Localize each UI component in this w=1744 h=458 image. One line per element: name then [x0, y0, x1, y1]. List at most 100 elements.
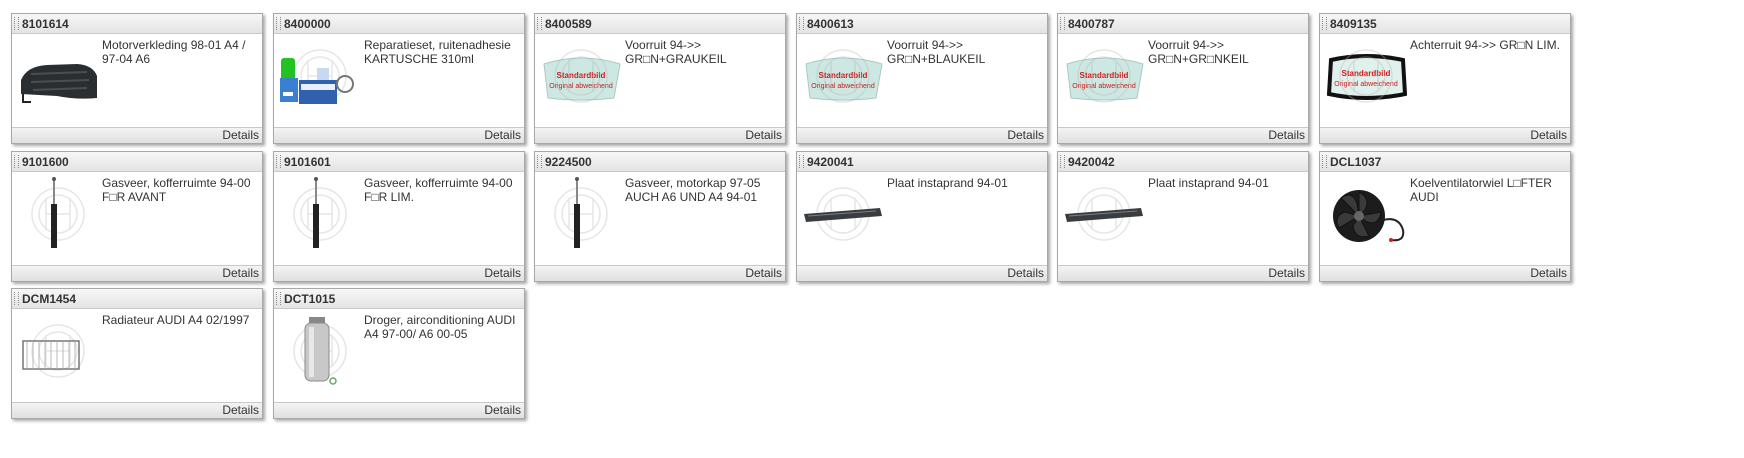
details-link[interactable]: Details	[745, 128, 782, 142]
details-link[interactable]: Details	[1268, 266, 1305, 280]
sill-plate-image	[804, 187, 882, 241]
product-code: 8101614	[22, 17, 69, 31]
drag-handle-icon[interactable]	[276, 292, 281, 305]
card-header: 8400613	[797, 14, 1047, 34]
product-thumbnail[interactable]: Standardbild Original abweichend	[1063, 38, 1145, 110]
card-footer: Details	[797, 127, 1047, 143]
product-card[interactable]: 8400787 Standardbild Original abweichend…	[1057, 13, 1309, 144]
product-thumbnail[interactable]: Standardbild Original abweichend	[802, 38, 884, 110]
product-description: Achterruit 94->> GR□N LIM.	[1410, 38, 1560, 52]
product-description: Gasveer, motorkap 97-05 AUCH A6 UND A4 9…	[625, 176, 761, 204]
product-description: Gasveer, kofferruimte 94-00 F□R LIM.	[364, 176, 513, 204]
product-thumbnail[interactable]	[1063, 176, 1145, 248]
product-card[interactable]: DCM1454 Radiateur AUDI A4 02/1997 Detail…	[11, 288, 263, 419]
product-code: 9420041	[807, 155, 854, 169]
product-card[interactable]: 8400613 Standardbild Original abweichend…	[796, 13, 1048, 144]
product-code: DCT1015	[284, 292, 336, 306]
card-footer: Details	[274, 402, 524, 418]
product-thumbnail[interactable]: Standardbild Original abweichend	[540, 38, 622, 110]
details-link[interactable]: Details	[1007, 128, 1044, 142]
card-footer: Details	[12, 265, 262, 281]
drag-handle-icon[interactable]	[276, 17, 281, 30]
drag-handle-icon[interactable]	[276, 155, 281, 168]
card-footer: Details	[1320, 265, 1570, 281]
card-header: 9420041	[797, 152, 1047, 172]
product-thumbnail[interactable]	[279, 38, 361, 110]
card-header: 9101601	[274, 152, 524, 172]
drag-handle-icon[interactable]	[14, 155, 19, 168]
card-header: DCL1037	[1320, 152, 1570, 172]
product-card[interactable]: 8400589 Standardbild Original abweichend…	[534, 13, 786, 144]
card-footer: Details	[1058, 127, 1308, 143]
windshield-placeholder-image: Standardbild Original abweichend	[1066, 49, 1144, 103]
card-footer: Details	[535, 265, 785, 281]
card-header: 9224500	[535, 152, 785, 172]
product-thumbnail[interactable]	[279, 313, 361, 385]
drag-handle-icon[interactable]	[1060, 17, 1065, 30]
engine-cover-image	[21, 64, 97, 103]
drag-handle-icon[interactable]	[1060, 155, 1065, 168]
details-link[interactable]: Details	[222, 403, 259, 417]
card-header: DCT1015	[274, 289, 524, 309]
drag-handle-icon[interactable]	[1322, 17, 1327, 30]
product-description: Voorruit 94->> GR□N+GR□NKEIL	[1148, 38, 1249, 66]
product-code: 8409135	[1330, 17, 1377, 31]
details-link[interactable]: Details	[1530, 128, 1567, 142]
product-card[interactable]: 9101600 Gasveer, kofferruimte 94-00 F□R …	[11, 151, 263, 282]
product-card[interactable]: 9224500 Gasveer, motorkap 97-05 AUCH A6 …	[534, 151, 786, 282]
details-link[interactable]: Details	[1268, 128, 1305, 142]
details-link[interactable]: Details	[1530, 266, 1567, 280]
details-link[interactable]: Details	[745, 266, 782, 280]
product-code: DCM1454	[22, 292, 77, 306]
card-footer: Details	[1058, 265, 1308, 281]
cooling-fan-image	[1333, 190, 1405, 242]
product-thumbnail[interactable]	[279, 176, 361, 248]
card-footer: Details	[535, 127, 785, 143]
product-description: Voorruit 94->> GR□N+GRAUKEIL	[625, 38, 727, 66]
product-description: Koelventilatorwiel L□FTER AUDI	[1410, 176, 1552, 204]
card-header: 9101600	[12, 152, 262, 172]
placeholder-sublabel: Original abweichend	[1334, 81, 1398, 88]
details-link[interactable]: Details	[1007, 266, 1044, 280]
drag-handle-icon[interactable]	[14, 292, 19, 305]
drag-handle-icon[interactable]	[799, 155, 804, 168]
details-link[interactable]: Details	[222, 128, 259, 142]
product-card[interactable]: 9420041 Plaat instaprand 94-01 Details	[796, 151, 1048, 282]
product-description: Plaat instaprand 94-01	[1148, 176, 1269, 190]
details-link[interactable]: Details	[484, 266, 521, 280]
product-code: 9101600	[22, 155, 69, 169]
product-card[interactable]: 8409135 Standardbild Original abweichend…	[1319, 13, 1571, 144]
drag-handle-icon[interactable]	[1322, 155, 1327, 168]
drag-handle-icon[interactable]	[537, 155, 542, 168]
product-card[interactable]: 9101601 Gasveer, kofferruimte 94-00 F□R …	[273, 151, 525, 282]
product-card[interactable]: 8101614 Motorverkleding 98-01 A4 / 97-04…	[11, 13, 263, 144]
drag-handle-icon[interactable]	[799, 17, 804, 30]
product-thumbnail[interactable]	[802, 176, 884, 248]
card-header: DCM1454	[12, 289, 262, 309]
product-thumbnail[interactable]: Standardbild Original abweichend	[1325, 38, 1407, 110]
product-card[interactable]: 8400000 Reparatieset, ruitenadhesie KART…	[273, 13, 525, 144]
product-code: 8400000	[284, 17, 331, 31]
product-description: Reparatieset, ruitenadhesie KARTUSCHE 31…	[364, 38, 511, 66]
windshield-placeholder-image: Standardbild Original abweichend	[543, 49, 621, 103]
product-card[interactable]: DCT1015 Droger, airconditioning AUDI A4 …	[273, 288, 525, 419]
card-footer: Details	[274, 127, 524, 143]
product-thumbnail[interactable]	[17, 313, 99, 385]
drag-handle-icon[interactable]	[14, 17, 19, 30]
product-card[interactable]: 9420042 Plaat instaprand 94-01 Details	[1057, 151, 1309, 282]
drag-handle-icon[interactable]	[537, 17, 542, 30]
windshield-placeholder-image: Standardbild Original abweichend	[805, 49, 883, 103]
card-header: 8101614	[12, 14, 262, 34]
product-thumbnail[interactable]	[17, 38, 99, 110]
product-code: 9224500	[545, 155, 592, 169]
details-link[interactable]: Details	[484, 128, 521, 142]
product-thumbnail[interactable]	[1325, 176, 1407, 248]
details-link[interactable]: Details	[222, 266, 259, 280]
product-card[interactable]: DCL1037 Koelventilatorwiel L□FTER AUDI D…	[1319, 151, 1571, 282]
rear-window-placeholder-image: Standardbild Original abweichend	[1326, 49, 1407, 103]
details-link[interactable]: Details	[484, 403, 521, 417]
gas-spring-image	[293, 177, 347, 248]
product-thumbnail[interactable]	[17, 176, 99, 248]
product-code: 8400589	[545, 17, 592, 31]
product-thumbnail[interactable]	[540, 176, 622, 248]
